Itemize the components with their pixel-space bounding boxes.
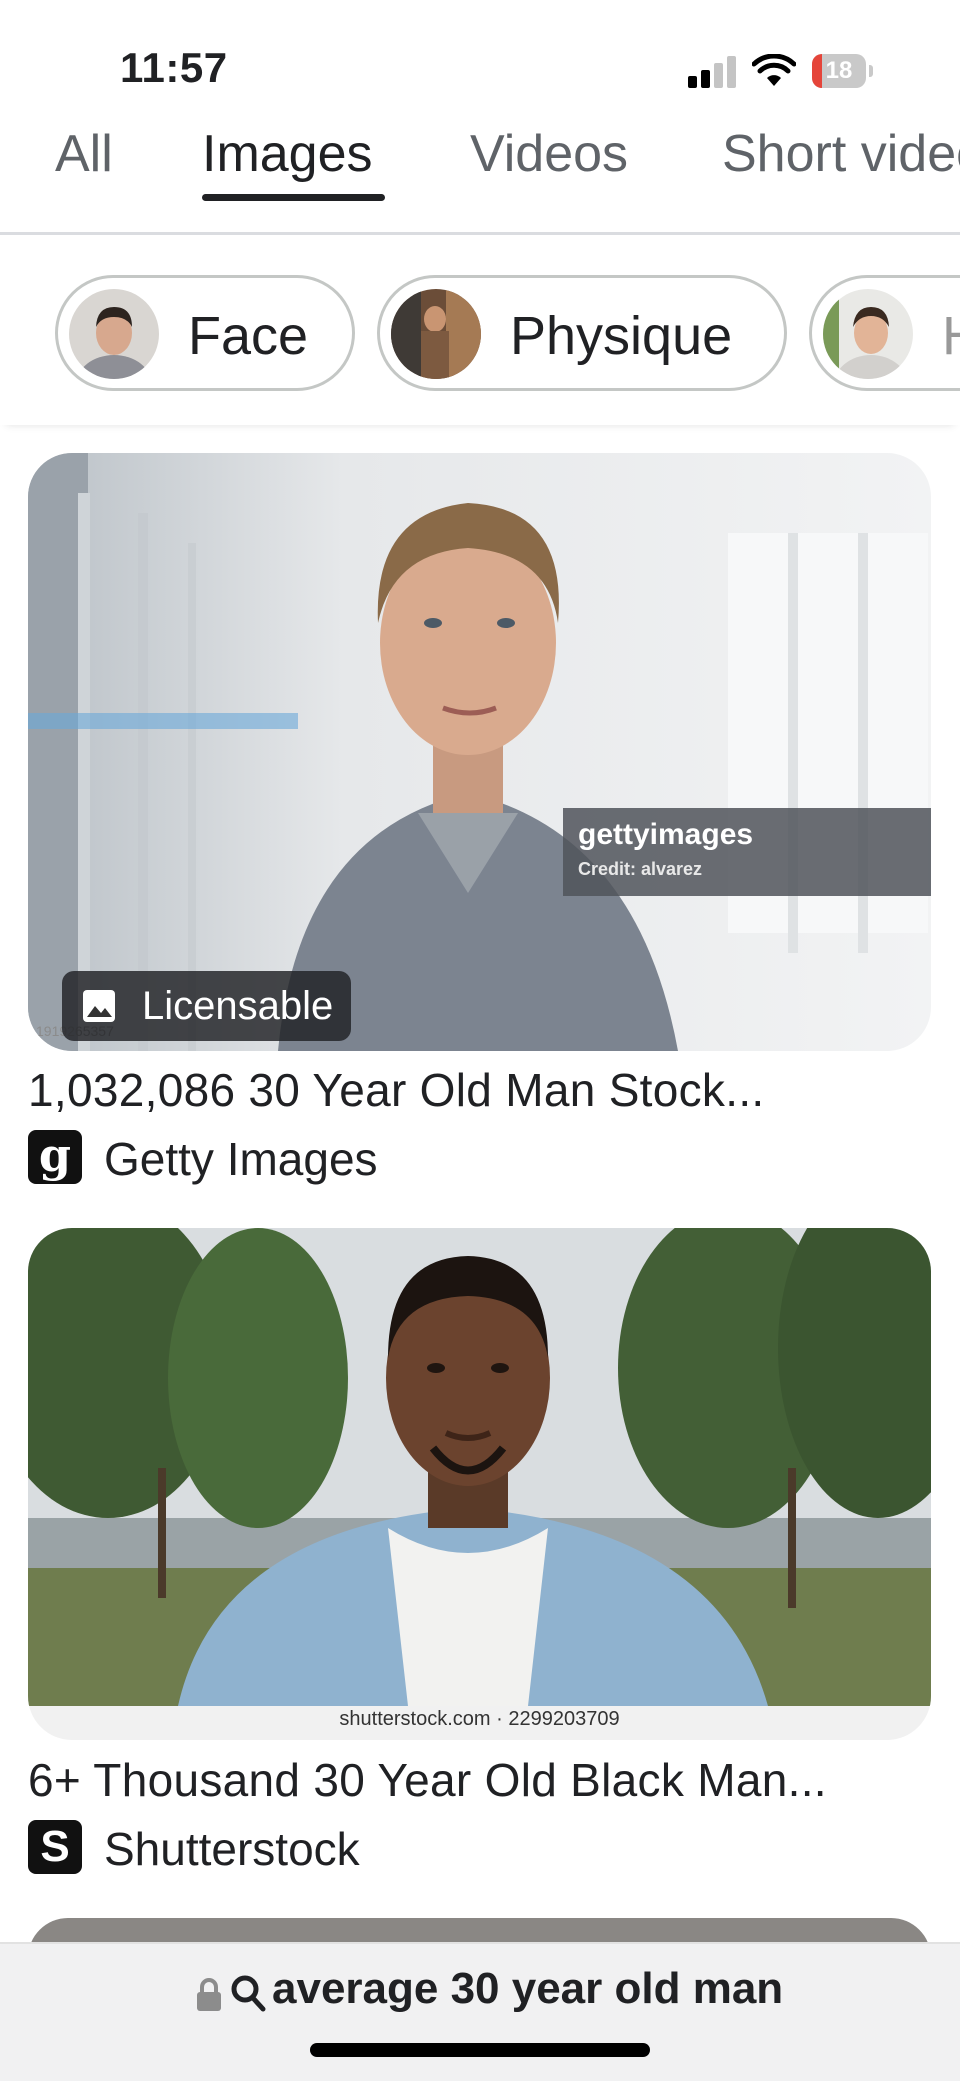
wifi-icon [752, 54, 796, 86]
licensable-label: Licensable [142, 984, 334, 1028]
search-icon [231, 1975, 266, 2012]
portrait-photo [28, 1228, 931, 1706]
result-title[interactable]: 6+ Thousand 30 Year Old Black Man... [28, 1753, 827, 1807]
source-name: Getty Images [104, 1133, 378, 1185]
physique-thumbnail-icon [391, 289, 481, 379]
chip-physique[interactable]: Physique [377, 275, 787, 391]
face-thumbnail-icon [69, 289, 159, 379]
status-bar: 11:57 18 [0, 0, 960, 120]
cellular-signal-icon [688, 56, 738, 88]
tab-all[interactable]: All [55, 122, 113, 202]
clock: 11:57 [120, 44, 228, 91]
result-image[interactable]: shutterstock.com · 2299203709 [28, 1228, 931, 1740]
credit-watermark: Credit: alvarez [578, 859, 703, 879]
search-type-tabs: All Images Videos Short videos [0, 120, 960, 235]
search-query[interactable]: average 30 year old man [272, 1964, 783, 2014]
lock-icon [197, 1978, 221, 2011]
chip-label: Face [188, 306, 309, 366]
tab-images[interactable]: Images [202, 122, 373, 202]
shutterstock-logo-icon: S [28, 1820, 82, 1874]
chip-hair[interactable]: Hair [809, 275, 960, 391]
source-name: Shutterstock [104, 1823, 360, 1875]
refinement-chips: Face Physique Hair [0, 235, 960, 425]
shutterstock-watermark: shutterstock.com · 2299203709 [339, 1708, 620, 1730]
chip-face[interactable]: Face [55, 275, 355, 391]
result-title[interactable]: 1,032,086 30 Year Old Man Stock... [28, 1063, 764, 1117]
active-tab-indicator [202, 194, 385, 201]
tab-videos[interactable]: Videos [470, 122, 628, 202]
chip-label: Hair [942, 306, 960, 366]
tab-short-videos[interactable]: Short videos [722, 122, 960, 202]
home-indicator[interactable] [310, 2043, 650, 2057]
hair-thumbnail-icon [823, 289, 913, 379]
licensable-badge: Licensable [62, 971, 352, 1041]
getty-logo-icon: g [28, 1130, 82, 1184]
getty-watermark: gettyimages [578, 818, 754, 851]
image-icon [83, 990, 115, 1022]
result-image[interactable]: gettyimages Credit: alvarez 1919265357 L… [28, 453, 931, 1051]
address-bar[interactable]: average 30 year old man [0, 1942, 960, 2081]
chip-label: Physique [510, 306, 733, 366]
battery-percent: 18 [825, 57, 853, 84]
portrait-photo [28, 453, 931, 1051]
battery-icon: 18 [812, 54, 874, 88]
